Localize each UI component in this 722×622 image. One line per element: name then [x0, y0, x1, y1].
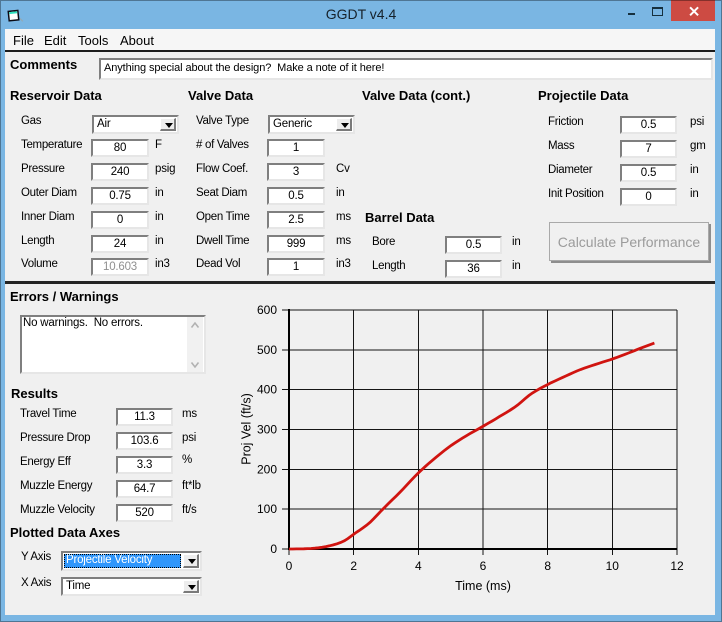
svg-text:6: 6 [480, 559, 487, 573]
svg-text:10: 10 [606, 559, 620, 573]
svg-text:500: 500 [257, 343, 277, 357]
svg-text:200: 200 [257, 462, 277, 476]
svg-text:2: 2 [350, 559, 357, 573]
svg-text:0: 0 [286, 559, 293, 573]
svg-text:600: 600 [257, 303, 277, 317]
svg-text:Proj Vel (ft/s): Proj Vel (ft/s) [240, 393, 254, 465]
svg-text:12: 12 [670, 559, 684, 573]
svg-text:400: 400 [257, 383, 277, 397]
svg-text:8: 8 [544, 559, 551, 573]
svg-text:Time (ms): Time (ms) [455, 579, 511, 593]
svg-text:300: 300 [257, 423, 277, 437]
svg-text:100: 100 [257, 502, 277, 516]
svg-text:0: 0 [270, 542, 277, 556]
svg-text:4: 4 [415, 559, 422, 573]
